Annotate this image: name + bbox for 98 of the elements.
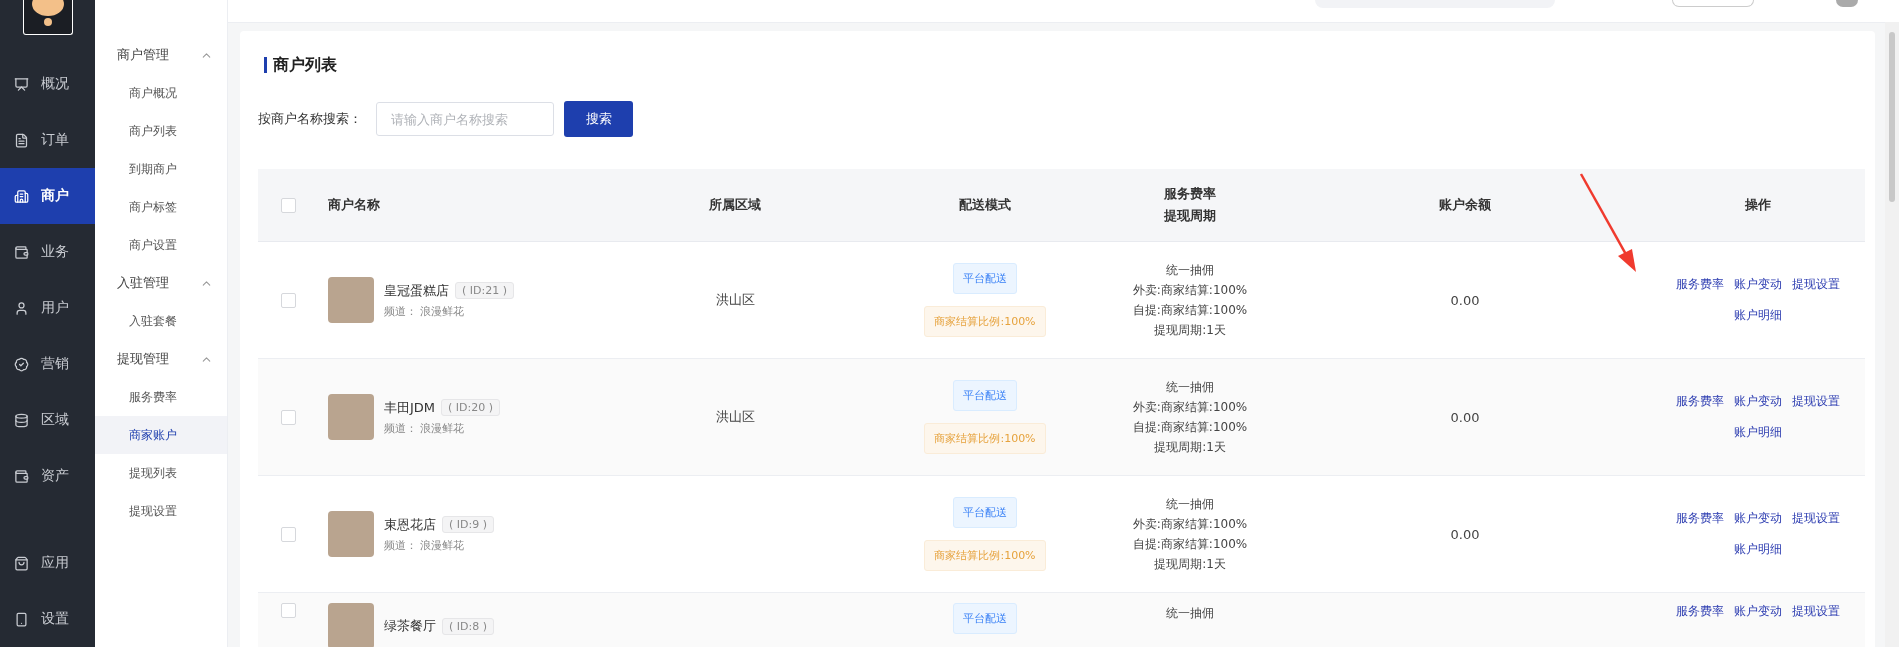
column-header: 账户余额 [1439, 196, 1491, 214]
id-tag: ( ID:9 ) [442, 516, 494, 533]
action-link[interactable]: 提现设置 [1791, 276, 1840, 293]
submenu-group[interactable]: 提现管理 [95, 340, 227, 378]
badge-icon [14, 356, 29, 372]
document-icon [14, 132, 29, 148]
sidebar-item[interactable]: 应用 [0, 535, 95, 591]
checkbox[interactable] [280, 526, 296, 542]
fee-text: 提现周期:1天 [1154, 556, 1226, 573]
delivery-tag: 平台配送 [953, 603, 1017, 634]
fee-text: 自提:商家结算:100% [1132, 302, 1248, 319]
channel-text: 频道： 浪漫鲜花 [384, 537, 466, 553]
fee-text: 提现周期:1天 [1154, 322, 1226, 339]
fee-text: 自提:商家结算:100% [1132, 419, 1248, 436]
column-header: 服务费率 [1164, 185, 1216, 203]
action-link[interactable]: 提现设置 [1791, 510, 1840, 527]
channel-text: 频道： 浪漫鲜花 [384, 420, 466, 436]
fee-text: 统一抽佣 [1166, 262, 1214, 279]
merchant-name: 皇冠蛋糕店 [384, 281, 449, 300]
action-link[interactable]: 账户明细 [1733, 541, 1782, 558]
user-icon [14, 300, 29, 316]
delivery-tag: 商家结算比例:100% [924, 423, 1046, 454]
action-link[interactable]: 服务费率 [1675, 603, 1724, 620]
delivery-tag: 平台配送 [953, 497, 1017, 528]
wallet-icon [14, 468, 29, 484]
action-link[interactable]: 提现设置 [1791, 393, 1840, 410]
database-icon [14, 412, 29, 428]
merchant-name: 绿茶餐厅 [384, 617, 436, 635]
avatar[interactable] [1836, 0, 1858, 7]
photo-placeholder [328, 277, 374, 323]
fee-text: 自提:商家结算:100% [1132, 536, 1248, 553]
id-tag: ( ID:8 ) [442, 617, 494, 635]
wallet-icon [14, 244, 29, 260]
presentation-icon [14, 76, 29, 92]
balance-text: 0.00 [1450, 526, 1480, 542]
checkbox[interactable] [280, 197, 296, 213]
action-link[interactable]: 账户变动 [1733, 603, 1782, 620]
delivery-tag: 平台配送 [953, 380, 1017, 411]
fee-text: 统一抽佣 [1166, 496, 1214, 513]
search-input[interactable]: 请输入商户名称搜索 [376, 102, 554, 136]
sidebar-item[interactable]: 营销 [0, 336, 95, 392]
action-link[interactable]: 服务费率 [1675, 510, 1724, 527]
checkbox[interactable] [280, 603, 296, 618]
sidebar-item[interactable]: 概况 [0, 56, 95, 112]
region-text: 洪山区 [715, 408, 755, 426]
column-header: 操作 [1744, 196, 1771, 214]
balance-text: 0.00 [1450, 292, 1480, 308]
building-icon [14, 188, 29, 204]
delivery-tag: 平台配送 [953, 263, 1017, 294]
action-link[interactable]: 账户变动 [1733, 510, 1782, 527]
fee-text: 统一抽佣 [1166, 379, 1214, 396]
action-link[interactable]: 账户变动 [1733, 393, 1782, 410]
photo-placeholder [328, 511, 374, 557]
phone-icon [14, 611, 29, 627]
column-header: 提现周期 [1164, 207, 1216, 225]
submenu-group[interactable]: 商户管理 [95, 36, 227, 74]
channel-text: 频道： 浪漫鲜花 [384, 303, 466, 319]
merchant-name: 束恩花店 [384, 515, 436, 534]
fee-text: 外卖:商家结算:100% [1132, 399, 1248, 416]
submenu-item[interactable]: 商家账户 [95, 416, 227, 454]
scrollbar[interactable] [1885, 22, 1899, 647]
sidebar-item[interactable]: 资产 [0, 448, 95, 504]
column-header: 配送模式 [959, 196, 1011, 214]
search-label: 按商户名称搜索： [258, 110, 362, 128]
action-link[interactable]: 账户变动 [1733, 276, 1782, 293]
sidebar-item[interactable]: 区域 [0, 392, 95, 448]
column-header: 所属区域 [709, 196, 761, 214]
sidebar-item[interactable]: 业务 [0, 224, 95, 280]
photo-placeholder [328, 603, 374, 647]
checkbox[interactable] [280, 292, 296, 308]
checkbox[interactable] [280, 409, 296, 425]
action-link[interactable]: 服务费率 [1675, 276, 1724, 293]
id-tag: ( ID:20 ) [441, 399, 501, 416]
bag-icon [14, 555, 29, 571]
delivery-tag: 商家结算比例:100% [924, 306, 1046, 337]
sidebar-item[interactable]: 商户 [0, 168, 95, 224]
action-link[interactable]: 提现设置 [1791, 603, 1840, 620]
photo-placeholder [328, 394, 374, 440]
search-button[interactable]: 搜索 [564, 101, 633, 137]
logo-avatar [22, 0, 73, 35]
id-tag: ( ID:21 ) [455, 282, 514, 299]
page-title: 商户列表 [264, 57, 1865, 73]
fee-text: 提现周期:1天 [1154, 439, 1226, 456]
merchant-name: 丰田JDM [384, 398, 436, 417]
action-link[interactable]: 账户明细 [1733, 307, 1782, 324]
balance-text: 0.00 [1450, 409, 1480, 425]
sidebar-item[interactable]: 用户 [0, 280, 95, 336]
column-header: 商户名称 [328, 196, 380, 214]
action-link[interactable]: 服务费率 [1675, 393, 1724, 410]
sidebar-item[interactable]: 订单 [0, 112, 95, 168]
fee-text: 外卖:商家结算:100% [1132, 516, 1248, 533]
action-link[interactable]: 账户明细 [1733, 424, 1782, 441]
fee-text: 外卖:商家结算:100% [1132, 282, 1248, 299]
region-text: 洪山区 [715, 291, 755, 309]
fee-text: 统一抽佣 [1166, 605, 1214, 622]
submenu-group[interactable]: 入驻管理 [95, 264, 227, 302]
sidebar-item[interactable]: 设置 [0, 591, 95, 647]
delivery-tag: 商家结算比例:100% [924, 540, 1046, 571]
